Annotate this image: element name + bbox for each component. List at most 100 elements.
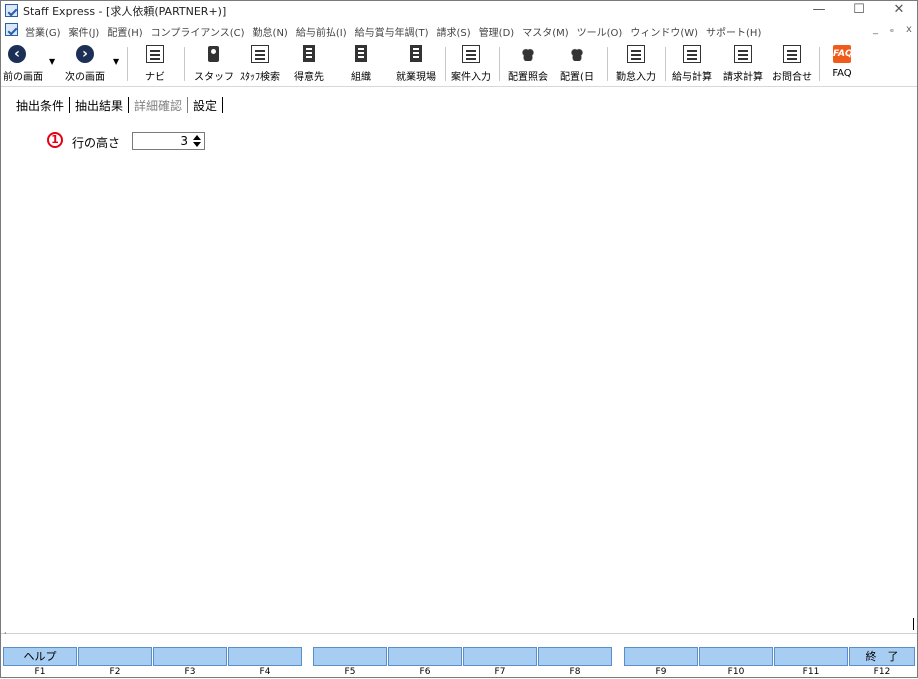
resize-marker	[913, 618, 914, 630]
prev-screen-label: 前の画面	[3, 72, 43, 83]
f3-key-label: F3	[184, 667, 196, 677]
arrow-left-icon: ‹	[8, 45, 26, 63]
worksite-label: 就業現場	[396, 72, 436, 83]
placement-inquiry-label: 配置照会	[508, 72, 548, 83]
spin-down-icon[interactable]	[191, 141, 203, 148]
payroll-calc-button[interactable]: 給与計算	[667, 41, 717, 85]
toolbar-separator	[819, 47, 820, 81]
placement-inquiry-button[interactable]: 配置照会	[503, 41, 553, 85]
f10-button[interactable]	[699, 647, 773, 666]
toolbar-separator	[607, 47, 608, 81]
f4-key-label: F4	[259, 667, 271, 677]
status-dot: ·	[4, 629, 7, 638]
f8-button[interactable]	[538, 647, 612, 666]
worksite-button[interactable]: 就業現場	[390, 41, 442, 85]
maximize-button[interactable]: ☐	[845, 1, 873, 20]
toolbar: ‹ 前の画面 ▼ › 次の画面 ▼ ナビ スタッフ ｽﾀｯﾌ検索 得意先 組織 …	[1, 41, 917, 87]
f2-key-label: F2	[109, 667, 121, 677]
spin-up-icon[interactable]	[191, 134, 203, 141]
next-screen-button[interactable]: › 次の画面	[61, 41, 109, 85]
building-icon	[352, 45, 370, 63]
f3-button[interactable]	[153, 647, 227, 666]
function-key-bar: ヘルプ 終 了 F1 F2 F3 F4 F5 F6 F7 F8 F9 F10 F…	[1, 647, 917, 679]
chevron-down-icon[interactable]: ▼	[49, 57, 55, 66]
staff-label: スタッフ	[194, 72, 234, 83]
tab-divider	[222, 97, 224, 113]
menu-admin[interactable]: 管理(D)	[479, 24, 515, 39]
menu-billing[interactable]: 請求(S)	[437, 24, 471, 39]
f2-button[interactable]	[78, 647, 152, 666]
inquiry-button[interactable]: お問合せ	[768, 41, 816, 85]
mdi-minimize-button[interactable]: _	[873, 24, 878, 35]
menu-window[interactable]: ウィンドウ(W)	[630, 24, 698, 39]
toolbar-separator	[499, 47, 500, 81]
tab-extract-conditions[interactable]: 抽出条件	[11, 97, 69, 114]
payroll-calc-label: 給与計算	[672, 72, 712, 83]
attendance-input-label: 勤怠入力	[616, 72, 656, 83]
menu-compliance[interactable]: コンプライアンス(C)	[151, 24, 245, 39]
menu-attendance[interactable]: 勤怠(N)	[253, 24, 288, 39]
document-icon[interactable]	[5, 23, 18, 36]
job-input-icon	[462, 45, 480, 63]
faq-button[interactable]: FAQ FAQ	[822, 41, 862, 85]
org-label: 組織	[351, 72, 371, 83]
menu-placement[interactable]: 配置(H)	[107, 24, 142, 39]
navi-button[interactable]: ナビ	[135, 41, 175, 85]
menu-support[interactable]: サポート(H)	[706, 24, 761, 39]
f10-key-label: F10	[727, 667, 745, 677]
next-screen-label: 次の画面	[65, 72, 105, 83]
billing-calc-button[interactable]: 請求計算	[718, 41, 768, 85]
placement-daily-label: 配置(日	[560, 72, 594, 83]
menu-sales[interactable]: 営業(G)	[25, 24, 61, 39]
f12-key-label: F12	[873, 667, 891, 677]
staff-search-button[interactable]: ｽﾀｯﾌ検索	[235, 41, 285, 85]
menu-payroll[interactable]: 給与賞与年調(T)	[355, 24, 429, 39]
f6-button[interactable]	[388, 647, 462, 666]
attendance-input-button[interactable]: 勤怠入力	[611, 41, 661, 85]
app-window: Staff Express - [求人依頼(PARTNER+)] — ☐ ✕ 営…	[0, 0, 918, 678]
f11-button[interactable]	[774, 647, 848, 666]
staff-button[interactable]: スタッフ	[194, 41, 234, 85]
f9-key-label: F9	[655, 667, 667, 677]
building-icon	[407, 45, 425, 63]
spinner-buttons	[191, 134, 203, 148]
row-height-value[interactable]: 3	[180, 134, 188, 148]
job-input-button[interactable]: 案件入力	[447, 41, 495, 85]
tab-bar: 抽出条件 抽出結果 詳細確認 設定	[11, 96, 224, 114]
f4-button[interactable]	[228, 647, 302, 666]
mdi-close-button[interactable]: x	[906, 24, 912, 35]
menu-master[interactable]: マスタ(M)	[522, 24, 568, 39]
f5-button[interactable]	[313, 647, 387, 666]
f7-button[interactable]	[463, 647, 537, 666]
mail-icon	[783, 45, 801, 63]
f1-help-button[interactable]: ヘルプ	[3, 647, 77, 666]
billing-icon	[734, 45, 752, 63]
inquiry-label: お問合せ	[772, 72, 812, 83]
window-title: Staff Express - [求人依頼(PARTNER+)]	[23, 5, 227, 18]
chevron-down-icon[interactable]: ▼	[113, 57, 119, 66]
menu-jobs[interactable]: 案件(J)	[69, 24, 100, 39]
toolbar-separator	[184, 47, 185, 81]
menu-tools[interactable]: ツール(O)	[577, 24, 623, 39]
mdi-restore-button[interactable]: ₑ	[890, 24, 894, 35]
close-button[interactable]: ✕	[885, 1, 913, 20]
org-button[interactable]: 組織	[341, 41, 381, 85]
tab-extract-results[interactable]: 抽出結果	[70, 97, 128, 114]
row-height-spinner[interactable]: 3	[132, 132, 205, 150]
app-icon	[5, 4, 18, 17]
billing-calc-label: 請求計算	[723, 72, 763, 83]
placement-daily-button[interactable]: 配置(日	[555, 41, 599, 85]
customer-button[interactable]: 得意先	[289, 41, 329, 85]
tab-settings[interactable]: 設定	[188, 97, 222, 114]
menu-advance-pay[interactable]: 給与前払(I)	[296, 24, 347, 39]
toolbar-separator	[665, 47, 666, 81]
f8-key-label: F8	[569, 667, 581, 677]
minimize-button[interactable]: —	[805, 1, 833, 20]
faq-label: FAQ	[832, 68, 852, 79]
people-icon	[519, 45, 537, 63]
navi-label: ナビ	[145, 72, 165, 83]
f9-button[interactable]	[624, 647, 698, 666]
f12-exit-button[interactable]: 終 了	[849, 647, 915, 666]
title-bar: Staff Express - [求人依頼(PARTNER+)] — ☐ ✕	[1, 1, 917, 20]
prev-screen-button[interactable]: ‹ 前の画面	[1, 41, 45, 85]
